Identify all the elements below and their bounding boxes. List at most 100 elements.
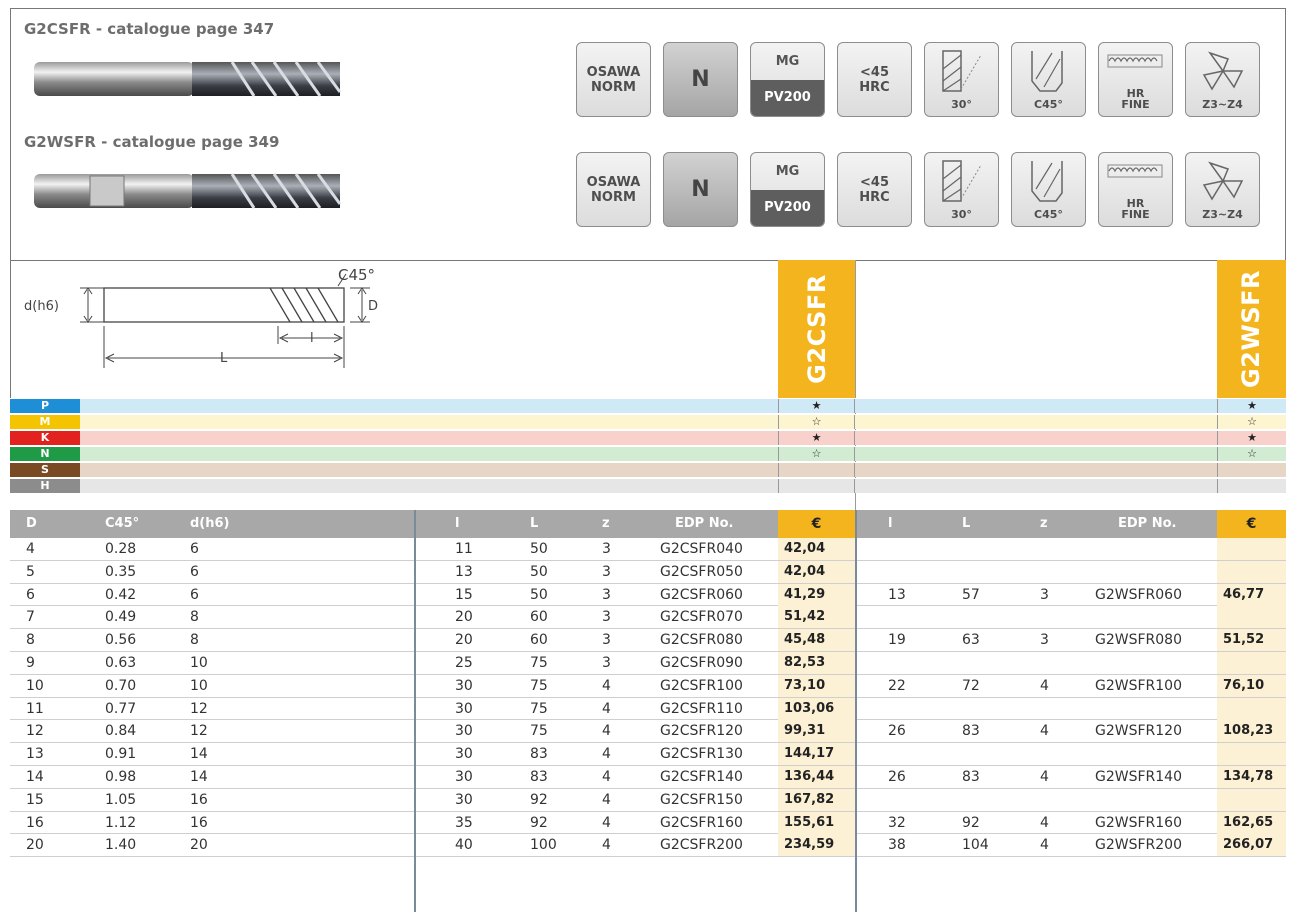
cell-price-g2wsfr: 108,23	[1217, 720, 1286, 743]
cell-price-g2csfr: 42,04	[778, 560, 855, 583]
material-row-k: K ★ ★	[10, 430, 1286, 445]
cell-D: 12	[26, 723, 44, 740]
cell-L: 83	[530, 746, 548, 763]
cell-c45: 0.63	[105, 654, 137, 671]
cell-price-g2wsfr: 134,78	[1217, 765, 1286, 788]
cell-dh6: 14	[190, 768, 208, 785]
roughing-fine-icon: HR FINE	[1098, 42, 1173, 117]
cell-c45: 0.42	[105, 586, 137, 603]
table-row: 14 0.98 14 30 83 4 G2CSFR140 136,44 26 83 4 G2WSFR1…	[10, 765, 1286, 789]
price-table-body: 4 0.28 6 11 50 3 G2CSFR040 42,04 5 0.35 6 13 50 3 G2CS…	[10, 538, 1286, 858]
cell-price-g2csfr: 41,29	[778, 583, 855, 606]
end-mill-image-g2csfr	[34, 61, 342, 97]
material-tag: P	[10, 399, 80, 413]
g2csfr-band: G2CSFR	[778, 260, 855, 398]
cell-D: 14	[26, 768, 44, 785]
cell-z2: 4	[1040, 768, 1049, 785]
cell-L: 83	[530, 768, 548, 785]
cell-D: 16	[26, 814, 44, 831]
g2csfr-band-label: G2CSFR	[802, 274, 831, 384]
cell-D: 7	[26, 609, 35, 626]
cell-L: 60	[530, 632, 548, 649]
g2csfr-rating: ★	[778, 399, 855, 413]
cell-c45: 0.70	[105, 677, 137, 694]
product-title-g2wsfr: G2WSFR - catalogue page 349	[24, 133, 280, 151]
cell-c45: 0.28	[105, 541, 137, 557]
cell-price-g2csfr: 167,82	[778, 788, 855, 811]
hardness-icon: <45 HRC	[837, 42, 912, 117]
cell-L: 92	[530, 791, 548, 808]
table-row: 7 0.49 8 20 60 3 G2CSFR070 51,42	[10, 606, 1286, 630]
cell-z: 4	[602, 768, 611, 785]
g2csfr-rating: ☆	[778, 447, 855, 461]
cell-dh6: 8	[190, 609, 199, 626]
cell-dh6: 16	[190, 814, 208, 831]
cell-L2: 72	[962, 677, 980, 694]
cell-L: 50	[530, 541, 548, 557]
cell-z: 4	[602, 746, 611, 763]
cell-L: 50	[530, 563, 548, 580]
cell-dh6: 10	[190, 677, 208, 694]
table-row: 11 0.77 12 30 75 4 G2CSFR110 103,06	[10, 697, 1286, 721]
cell-edp: G2CSFR120	[660, 723, 743, 740]
cell-l2: 19	[888, 632, 906, 649]
l-label: l	[310, 331, 314, 346]
d-label: D	[368, 299, 378, 314]
g2wsfr-rating	[1217, 479, 1286, 493]
cell-c45: 1.05	[105, 791, 137, 808]
flute-count-icon: Z3~Z4	[1185, 42, 1260, 117]
g2wsfr-band: G2WSFR	[1217, 260, 1286, 398]
col-L2: L	[962, 516, 971, 531]
cell-l: 20	[455, 609, 473, 626]
table-row: 9 0.63 10 25 75 3 G2CSFR090 82,53	[10, 651, 1286, 675]
material-tag: H	[10, 479, 80, 493]
cell-z: 3	[602, 609, 611, 626]
cell-z: 3	[602, 654, 611, 671]
material-row-s: S	[10, 462, 1286, 477]
cell-price-g2csfr: 51,42	[778, 606, 855, 629]
cell-edp2: G2WSFR200	[1095, 837, 1182, 854]
n-type-icon: N	[663, 42, 738, 117]
c45-label: C45°	[338, 266, 375, 284]
cell-c45: 0.91	[105, 746, 137, 763]
cell-L2: 63	[962, 632, 980, 649]
chamfer-icon: C45°	[1011, 152, 1086, 227]
cell-price-g2csfr: 155,61	[778, 811, 855, 834]
cell-price-g2wsfr: 46,77	[1217, 583, 1286, 606]
cell-price-g2csfr: 103,06	[778, 697, 855, 720]
cell-dh6: 10	[190, 654, 208, 671]
cell-D: 6	[26, 586, 35, 603]
cell-edp: G2CSFR040	[660, 541, 743, 557]
cell-c45: 0.77	[105, 700, 137, 717]
g2wsfr-band-label: G2WSFR	[1237, 269, 1266, 389]
cell-D: 4	[26, 541, 35, 557]
cell-z: 3	[602, 632, 611, 649]
col-price-g2csfr: €	[778, 510, 855, 538]
cell-z: 4	[602, 700, 611, 717]
cell-price-g2wsfr: 51,52	[1217, 629, 1286, 652]
cell-edp2: G2WSFR160	[1095, 814, 1182, 831]
cell-edp2: G2WSFR080	[1095, 632, 1182, 649]
col-price-g2wsfr: €	[1217, 510, 1286, 538]
col-l2: l	[888, 516, 893, 531]
cell-L: 60	[530, 609, 548, 626]
cell-price-g2csfr: 136,44	[778, 765, 855, 788]
cell-edp: G2CSFR080	[660, 632, 743, 649]
product-title-g2csfr: G2CSFR - catalogue page 347	[24, 20, 275, 38]
cell-price-g2csfr: 82,53	[778, 651, 855, 674]
cell-L: 92	[530, 814, 548, 831]
cell-D: 20	[26, 837, 44, 854]
cell-z: 3	[602, 586, 611, 603]
cell-c45: 0.98	[105, 768, 137, 785]
cell-price-g2csfr: 45,48	[778, 629, 855, 652]
cell-edp: G2CSFR200	[660, 837, 743, 854]
cell-l: 30	[455, 677, 473, 694]
helix-angle-icon: 30°	[924, 42, 999, 117]
material-tag: K	[10, 431, 80, 445]
cell-dh6: 16	[190, 791, 208, 808]
cell-l: 35	[455, 814, 473, 831]
cell-edp: G2CSFR060	[660, 586, 743, 603]
table-row: 8 0.56 8 20 60 3 G2CSFR080 45,48 19 63 3 G2WSFR080 5…	[10, 629, 1286, 652]
cell-edp: G2CSFR140	[660, 768, 743, 785]
cell-dh6: 6	[190, 563, 199, 580]
